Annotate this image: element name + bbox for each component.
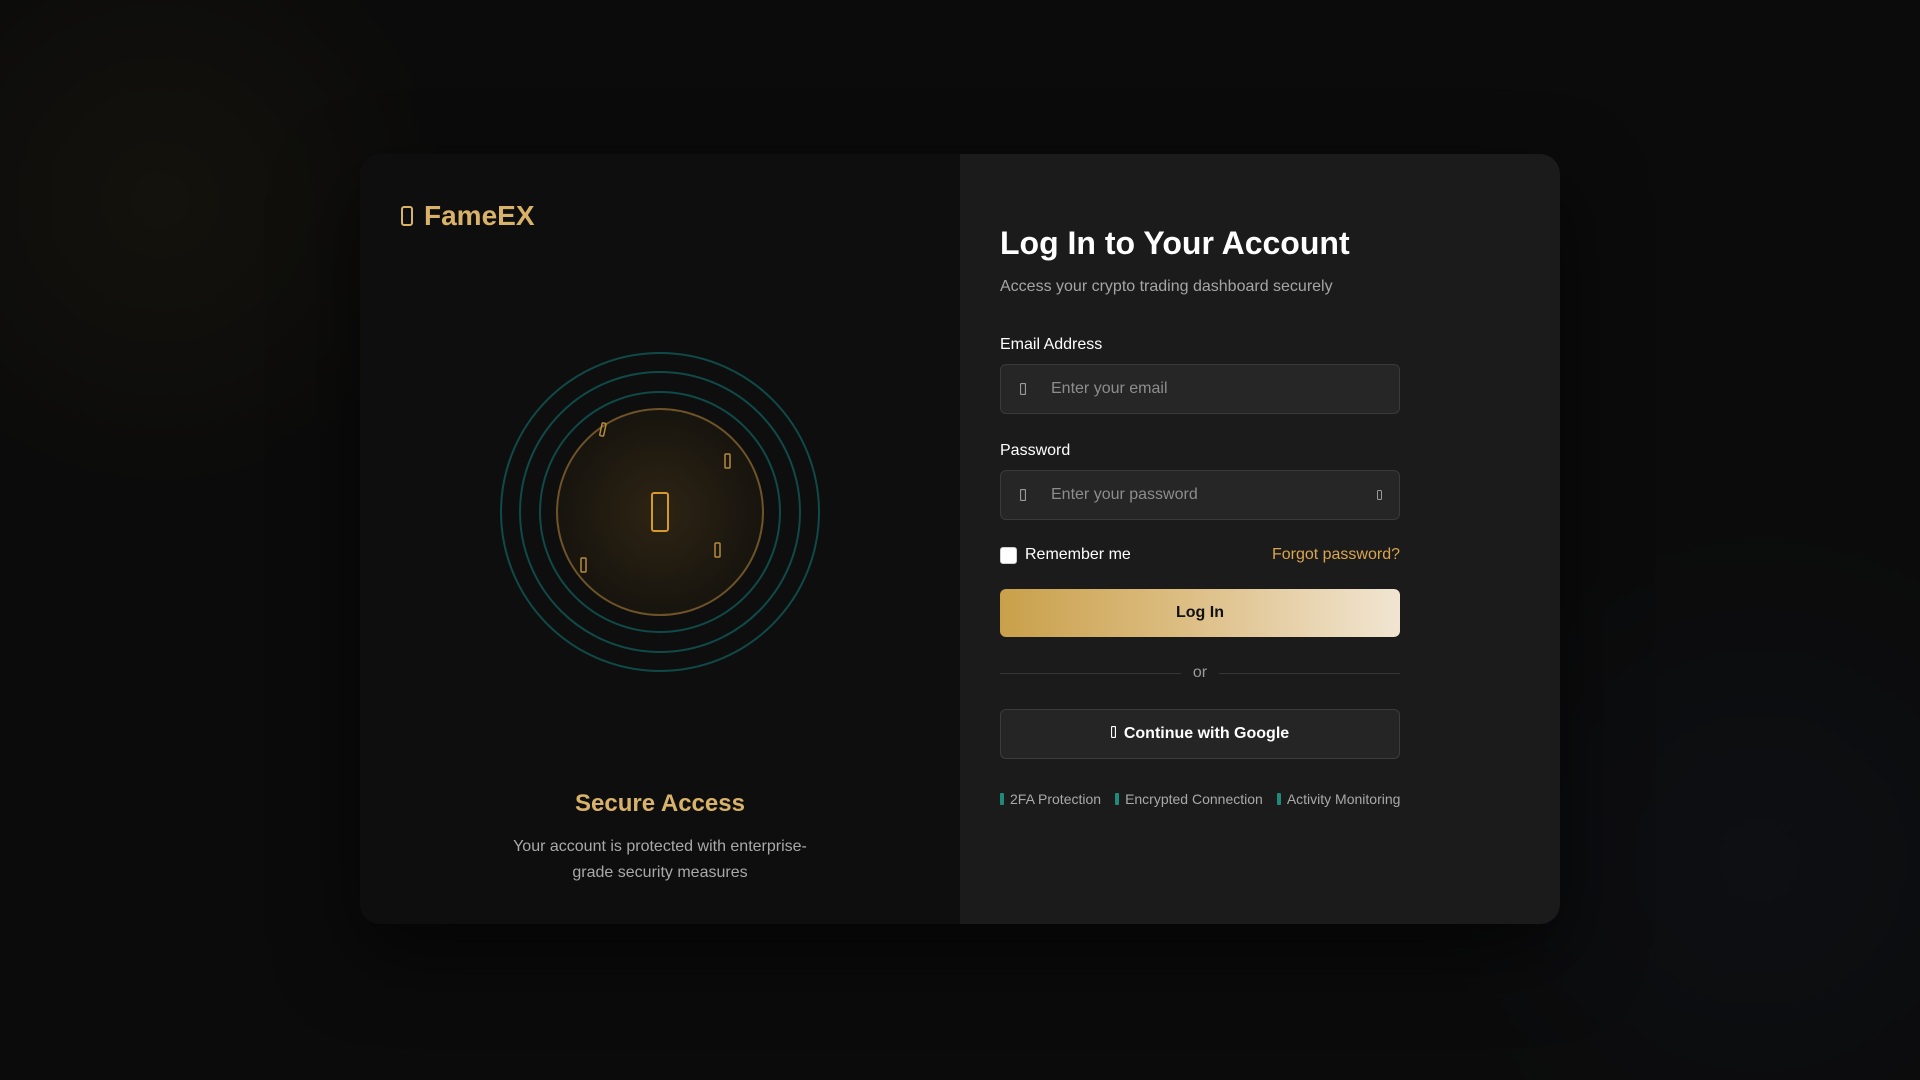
divider-line-right [1219, 672, 1401, 674]
mail-icon [1015, 381, 1031, 397]
feature-label: Encrypted Connection [1125, 791, 1263, 807]
divider-label: or [1192, 664, 1208, 681]
feature-label: Activity Monitoring [1286, 791, 1401, 807]
brand-logo[interactable]: FameEX [400, 200, 535, 232]
forgot-password-link[interactable]: Forgot password? [1272, 546, 1400, 564]
email-field[interactable] [1001, 365, 1399, 413]
brand-name: FameEX [424, 200, 535, 231]
password-field-wrapper [1000, 470, 1400, 520]
lock-icon [1115, 793, 1120, 805]
remember-me[interactable]: Remember me [1000, 546, 1131, 564]
security-features: 2FA Protection Encrypted Connection Acti… [1000, 791, 1400, 807]
security-illustration [500, 352, 820, 672]
feature-encryption: Encrypted Connection [1115, 791, 1263, 807]
google-login-button[interactable]: Continue with Google [1000, 709, 1400, 759]
feature-label: 2FA Protection [1010, 791, 1102, 807]
shield-icon [1000, 793, 1004, 805]
email-label: Email Address [1000, 336, 1103, 353]
login-button[interactable]: Log In [1000, 589, 1400, 637]
or-divider: or [1000, 664, 1401, 682]
core-circle [556, 408, 764, 616]
eye-icon [1376, 488, 1382, 503]
password-field[interactable] [1001, 471, 1399, 519]
toggle-password-visibility-button[interactable] [1371, 487, 1387, 503]
hero-title: Secure Access [575, 790, 745, 817]
lock-icon [1015, 487, 1031, 503]
feature-monitoring: Activity Monitoring [1276, 791, 1401, 807]
login-form-panel: Log In to Your Account Access your crypt… [960, 154, 1560, 924]
hero-description: Your account is protected with enterpris… [513, 838, 807, 881]
remember-me-checkbox[interactable] [1000, 546, 1017, 564]
brand-icon [400, 205, 414, 227]
password-label: Password [1000, 442, 1071, 459]
email-field-wrapper [1000, 364, 1400, 414]
divider-line-left [1000, 672, 1181, 674]
remember-me-label: Remember me [1025, 546, 1131, 563]
form-subtitle: Access your crypto trading dashboard sec… [1000, 278, 1333, 295]
form-title: Log In to Your Account [1000, 225, 1350, 261]
google-icon [1110, 725, 1116, 743]
security-panel: FameEX Secure Access Your account is pro… [360, 154, 960, 924]
google-login-label: Continue with Google [1123, 725, 1290, 742]
feature-2fa: 2FA Protection [1000, 791, 1101, 807]
login-card: FameEX Secure Access Your account is pro… [360, 154, 1560, 924]
form-options-row: Remember me Forgot password? [1000, 546, 1400, 564]
eye-icon [1276, 793, 1281, 805]
